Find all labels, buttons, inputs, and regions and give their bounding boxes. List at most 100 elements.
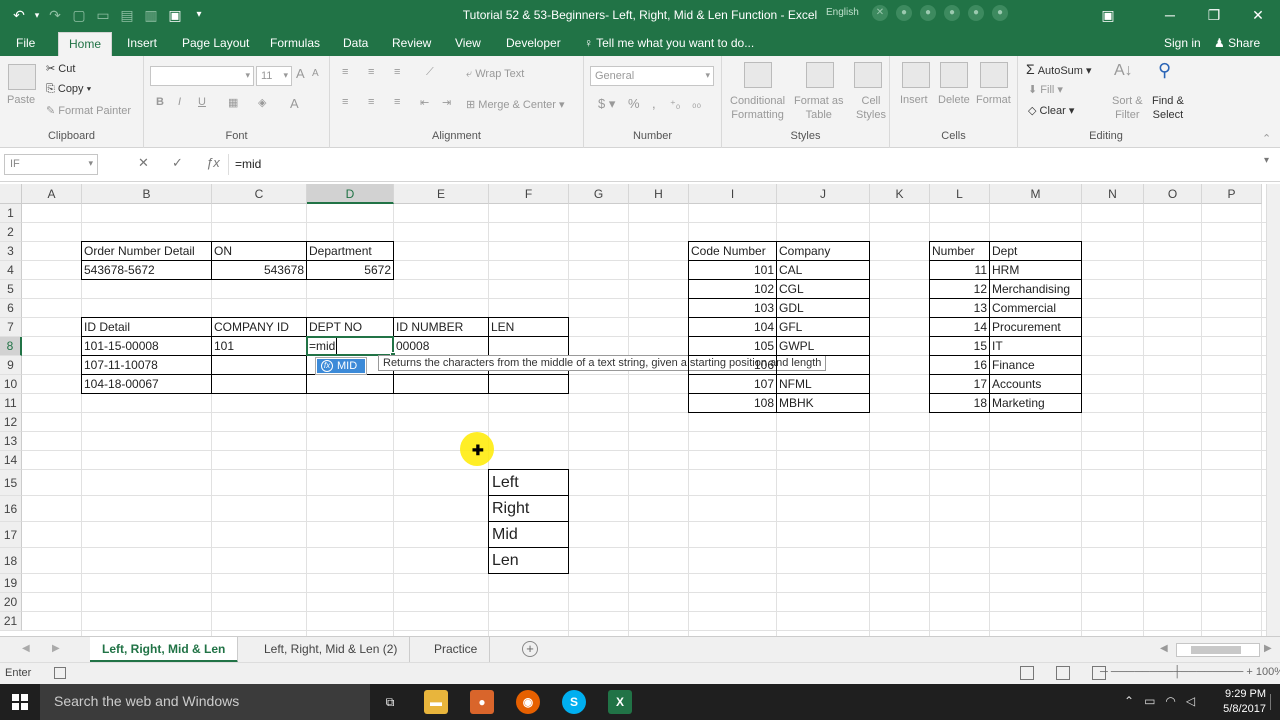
table3-cell[interactable]: 108 [689,394,777,413]
table3-cell[interactable]: GWPL [777,337,870,356]
row-header-8[interactable]: 8 [0,337,22,356]
tab-insert[interactable]: Insert [127,36,157,50]
name-box[interactable]: IF ▾ [4,154,98,175]
autocomplete-item-mid[interactable]: fx MID [317,359,365,373]
column-header-c[interactable]: C [212,184,307,204]
number-format-select[interactable]: General ▾ [590,66,714,86]
table3-cell[interactable]: 104 [689,318,777,337]
table3-cell[interactable]: 101 [689,261,777,280]
insert-cells-icon[interactable] [902,62,930,88]
excel-taskbar-icon[interactable]: X [608,690,632,714]
align-top-icon[interactable]: ≡ [342,66,348,78]
table1-cell[interactable]: 5672 [307,261,394,280]
enter-check-icon[interactable]: ✓ [172,155,183,171]
table3-cell[interactable] [777,356,870,375]
sign-in-link[interactable]: Sign in [1164,36,1201,50]
sheet-tab-left-right-mid-len[interactable]: Left, Right, Mid & Len [90,637,239,663]
font-color-icon[interactable]: A [290,96,299,111]
align-right-icon[interactable]: ≡ [394,96,400,108]
table4-cell[interactable]: HRM [990,261,1082,280]
active-cell-d8[interactable]: =mid [306,336,396,358]
page-layout-view-icon[interactable] [1056,666,1070,680]
align-left-icon[interactable]: ≡ [342,96,348,108]
column-header-h[interactable]: H [629,184,689,204]
table4-cell[interactable]: 13 [930,299,990,318]
tool-icon[interactable]: ● [992,5,1008,21]
select-all-corner[interactable] [0,184,22,204]
table1-cell[interactable]: 543678 [212,261,307,280]
column-header-l[interactable]: L [930,184,990,204]
format-cells-button[interactable]: Format [976,94,1011,106]
wrap-text-button[interactable]: ⤶ Wrap Text [466,68,524,81]
table3-cell[interactable]: CGL [777,280,870,299]
skype-icon[interactable]: S [562,690,586,714]
table3-header-cell[interactable]: Company [777,242,870,261]
table4-cell[interactable]: Finance [990,356,1082,375]
row-header-18[interactable]: 18 [0,548,22,574]
column-header-i[interactable]: I [689,184,777,204]
share-button[interactable]: ♟ Share [1214,36,1260,50]
table4-cell[interactable]: 15 [930,337,990,356]
table2-cell[interactable]: 104-18-00067 [82,375,212,394]
find-select-icon[interactable]: ⚲ [1158,60,1171,81]
align-middle-icon[interactable]: ≡ [368,66,374,78]
table3-cell[interactable]: GDL [777,299,870,318]
table2-cell[interactable] [212,356,307,375]
tab-developer[interactable]: Developer [506,36,561,50]
horizontal-scrollbar[interactable] [1176,643,1260,657]
increase-indent-icon[interactable]: ⇥ [442,96,451,109]
table3-cell[interactable]: GFL [777,318,870,337]
show-hidden-icons-icon[interactable]: ⌃ [1124,694,1134,708]
column-header-k[interactable]: K [870,184,930,204]
table2-cell[interactable] [489,337,569,356]
cut-button[interactable]: ✂ Cut [46,62,75,75]
clear-button[interactable]: ◇ Clear ▾ [1028,104,1074,117]
table4-cell[interactable]: 14 [930,318,990,337]
table2-cell[interactable]: 107-11-10078 [82,356,212,375]
table1-header-cell[interactable]: Order Number Detail [82,242,212,261]
table4-cell[interactable]: 18 [930,394,990,413]
sort-filter-button[interactable]: Sort & Filter [1112,94,1143,122]
orientation-icon[interactable]: ⟋ [426,66,434,79]
grow-font-icon[interactable]: A [296,66,305,81]
row-header-20[interactable]: 20 [0,593,22,612]
file-explorer-icon[interactable]: ▬ [424,690,448,714]
insert-function-icon[interactable]: ƒx [206,155,220,170]
row-header-4[interactable]: 4 [0,261,22,280]
tab-page-layout[interactable]: Page Layout [182,36,249,50]
table3-cell[interactable]: MBHK [777,394,870,413]
table3-cell[interactable]: 105 [689,337,777,356]
hscroll-left-icon[interactable]: ◀ [1160,643,1168,654]
format-as-table-icon[interactable] [806,62,834,88]
show-desktop-button[interactable] [1270,694,1276,710]
row-header-9[interactable]: 9 [0,356,22,375]
cell-styles-icon[interactable] [854,62,882,88]
open-icon[interactable]: ▭ [92,4,114,26]
conditional-formatting-icon[interactable] [744,62,772,88]
table2-header-cell[interactable]: ID NUMBER [394,318,489,337]
zoom-control[interactable]: ─ ────────┼──────── + 100% [1100,666,1280,678]
expand-formula-bar-icon[interactable]: ▾ [1264,155,1269,166]
table1-header-cell[interactable]: ON [212,242,307,261]
insert-cells-button[interactable]: Insert [900,94,928,106]
table4-header-cell[interactable]: Number [930,242,990,261]
row-header-3[interactable]: 3 [0,242,22,261]
prev-sheet-icon[interactable]: ◀ [22,643,30,654]
column-header-p[interactable]: P [1202,184,1262,204]
minimize-icon[interactable]: ─ [1148,0,1192,30]
paste-button[interactable]: Paste [7,94,35,106]
table2-cell[interactable]: 101-15-00008 [82,337,212,356]
merge-center-button[interactable]: ⊞ Merge & Center ▾ [466,98,565,111]
restore-icon[interactable]: ❐ [1192,0,1236,30]
tab-review[interactable]: Review [392,36,431,50]
font-family-select[interactable]: ▾ [150,66,254,86]
battery-icon[interactable]: ▭ [1144,694,1155,708]
font-size-select[interactable]: 11 ▾ [256,66,292,86]
table3-cell[interactable]: NFML [777,375,870,394]
sheet-tab-left-right-mid-len-2[interactable]: Left, Right, Mid & Len (2) [252,637,411,663]
table1-cell[interactable]: 543678-5672 [82,261,212,280]
currency-icon[interactable]: $ ▾ [598,96,615,112]
worksheet-grid[interactable]: A B C D E F G H I J K L M N O P 1 2 3 4 5 6 7 8 9 10 11 12 13 14 15 16 1… [0,184,1280,636]
table4-cell[interactable]: IT [990,337,1082,356]
decrease-indent-icon[interactable]: ⇤ [420,96,429,109]
